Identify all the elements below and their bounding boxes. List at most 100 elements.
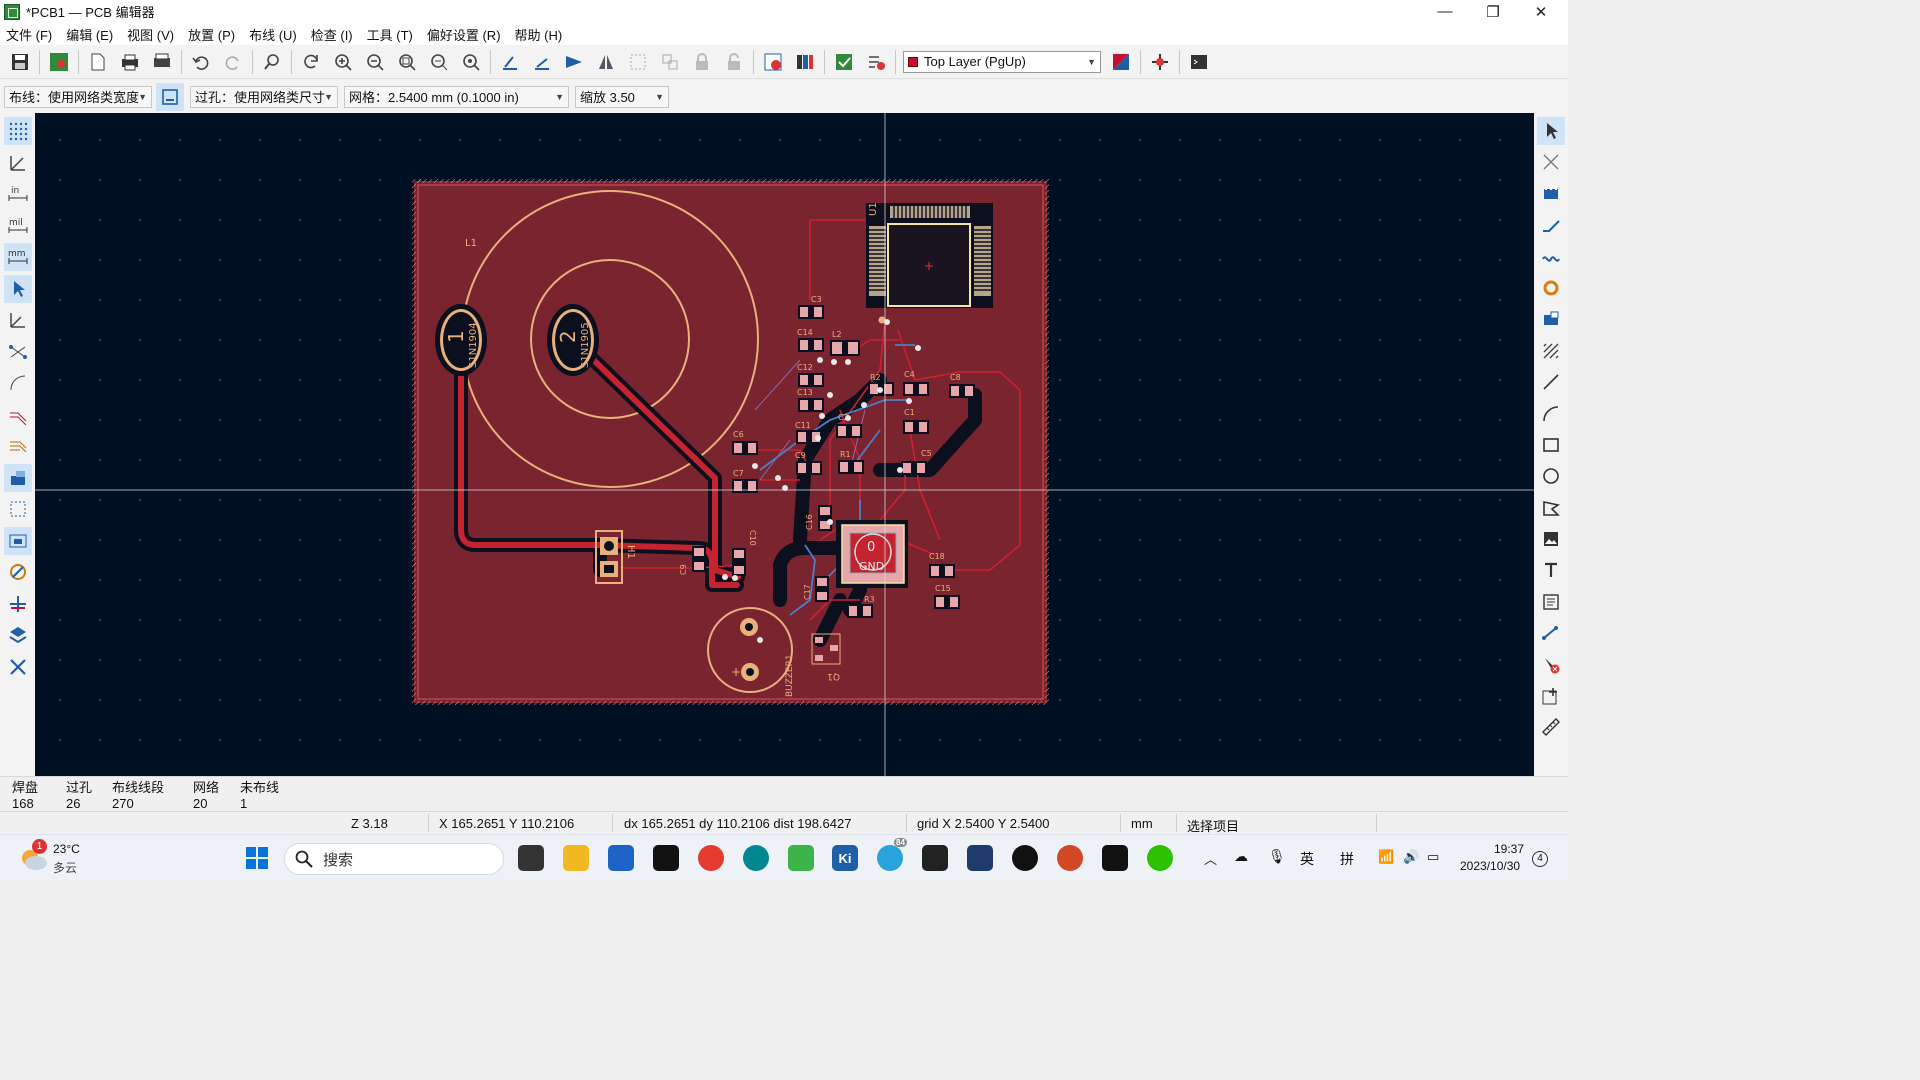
draw-arc-icon[interactable] bbox=[1537, 400, 1565, 428]
pad-2[interactable]: 2 S1N1905 bbox=[547, 304, 599, 376]
taskbar-search[interactable]: 搜索 bbox=[284, 843, 504, 875]
print-icon[interactable] bbox=[116, 48, 144, 76]
clock-time[interactable]: 19:37 bbox=[1494, 842, 1524, 856]
polar-coords-icon[interactable] bbox=[4, 149, 32, 177]
wechat-icon[interactable] bbox=[1147, 845, 1173, 871]
scripting-icon[interactable] bbox=[1146, 48, 1174, 76]
millimeters-icon[interactable]: mm bbox=[3, 243, 32, 271]
zoom-selection-icon[interactable] bbox=[457, 48, 485, 76]
redo-icon[interactable] bbox=[219, 48, 247, 76]
ratsnest-icon[interactable] bbox=[4, 338, 32, 366]
menu-help[interactable]: 帮助 (H) bbox=[515, 25, 563, 44]
add-dimension-icon[interactable] bbox=[1537, 619, 1565, 647]
capcut-icon[interactable] bbox=[1102, 845, 1128, 871]
angle-icon[interactable] bbox=[4, 306, 32, 334]
zoom-select[interactable]: 缩放 3.50 ▼ bbox=[575, 85, 669, 108]
local-ratsnest-icon[interactable] bbox=[1537, 148, 1565, 176]
draw-rectangle-icon[interactable] bbox=[1537, 431, 1565, 459]
draw-circle-icon[interactable] bbox=[1537, 462, 1565, 490]
add-zone-icon[interactable] bbox=[1537, 337, 1565, 365]
tray-overflow-icon[interactable]: ︿ bbox=[1204, 849, 1217, 868]
battery-icon[interactable]: ▭ bbox=[1427, 849, 1439, 865]
via-size-select[interactable]: 过孔：使用网络类尺寸 ▼ bbox=[190, 85, 338, 108]
zone-fill-icon[interactable] bbox=[3, 463, 32, 492]
terminal-icon[interactable] bbox=[922, 845, 948, 871]
measure-icon[interactable] bbox=[1537, 713, 1565, 741]
pad-1[interactable]: 1 S1N1904 bbox=[435, 304, 487, 376]
group-icon[interactable] bbox=[624, 48, 652, 76]
zoom-in-icon[interactable] bbox=[329, 48, 357, 76]
wifi-icon[interactable]: 📶 bbox=[1378, 849, 1394, 865]
delete-icon[interactable] bbox=[1537, 651, 1565, 679]
zoom-fit-icon[interactable] bbox=[393, 48, 421, 76]
menu-preferences[interactable]: 偏好设置 (R) bbox=[427, 25, 501, 44]
flip-board-icon[interactable] bbox=[560, 48, 588, 76]
minimize-button[interactable]: — bbox=[1422, 0, 1468, 23]
set-origin-icon[interactable] bbox=[1537, 682, 1565, 710]
telegram-icon[interactable]: 84 bbox=[877, 838, 907, 871]
drc-check-icon[interactable] bbox=[862, 48, 890, 76]
mils-icon[interactable]: mil bbox=[4, 212, 32, 240]
unlock-icon[interactable] bbox=[720, 48, 748, 76]
ime-mode-en[interactable]: 英 bbox=[1300, 849, 1314, 869]
weather-widget[interactable]: 1 bbox=[18, 839, 48, 873]
zoom-objects-icon[interactable] bbox=[425, 48, 453, 76]
auto-track-width-icon[interactable] bbox=[156, 82, 184, 111]
layer-pair-icon[interactable] bbox=[1107, 48, 1135, 76]
track-width-select[interactable]: 布线：使用网络类宽度 ▼ bbox=[4, 85, 152, 108]
board-setup-icon[interactable] bbox=[45, 48, 73, 76]
close-button[interactable]: ✕ bbox=[1518, 0, 1564, 23]
new-page-icon[interactable] bbox=[84, 48, 112, 76]
maximize-button[interactable]: ❐ bbox=[1470, 0, 1516, 23]
cursor-icon[interactable] bbox=[3, 274, 32, 303]
add-textbox-icon[interactable] bbox=[1537, 588, 1565, 616]
netlist-update-icon[interactable] bbox=[759, 48, 787, 76]
file-explorer-icon[interactable] bbox=[563, 845, 589, 871]
menu-view[interactable]: 视图 (V) bbox=[127, 25, 174, 44]
volume-icon[interactable]: 🔊 bbox=[1403, 849, 1419, 865]
properties-icon[interactable] bbox=[4, 653, 32, 681]
add-text-icon[interactable] bbox=[1537, 556, 1565, 584]
menu-tools[interactable]: 工具 (T) bbox=[367, 25, 413, 44]
pcb-canvas[interactable]: L1 1 S1N1904 2 S1N1905 H1 U1 0 GND + BUZ… bbox=[35, 113, 1534, 776]
layer-selector[interactable]: Top Layer (PgUp) ▼ bbox=[903, 50, 1101, 73]
task-view-icon[interactable] bbox=[518, 845, 544, 871]
track-outline-icon[interactable] bbox=[4, 401, 32, 429]
powerpoint-icon[interactable] bbox=[1057, 845, 1083, 871]
cloud-icon[interactable]: ☁ bbox=[1234, 848, 1248, 865]
add-image-icon[interactable] bbox=[1537, 525, 1565, 553]
route-diff-pair-icon[interactable] bbox=[1537, 243, 1565, 271]
draw-line-icon[interactable] bbox=[1537, 368, 1565, 396]
grid-select[interactable]: 网格：2.5400 mm (0.1000 in) ▼ bbox=[344, 85, 569, 108]
curved-ratsnest-icon[interactable] bbox=[4, 369, 32, 397]
python-console-icon[interactable] bbox=[1185, 48, 1213, 76]
app-icon-cat[interactable] bbox=[967, 845, 993, 871]
menu-inspect[interactable]: 检查 (I) bbox=[311, 25, 353, 44]
via-outline-icon[interactable] bbox=[4, 432, 32, 460]
arduino-icon[interactable] bbox=[743, 845, 769, 871]
clock-date[interactable]: 2023/10/30 bbox=[1460, 859, 1520, 873]
rotate-ccw-icon[interactable] bbox=[496, 48, 524, 76]
start-icon[interactable] bbox=[244, 845, 270, 871]
menu-file[interactable]: 文件 (F) bbox=[6, 25, 52, 44]
menu-place[interactable]: 放置 (P) bbox=[188, 25, 235, 44]
microsoft-store-icon[interactable] bbox=[608, 845, 634, 871]
kicad-taskbar-icon[interactable]: Ki bbox=[832, 845, 858, 871]
undo-icon[interactable] bbox=[187, 48, 215, 76]
route-track-icon[interactable] bbox=[1537, 211, 1565, 239]
net-highlight-icon[interactable] bbox=[4, 590, 32, 618]
footprint-text-icon[interactable] bbox=[4, 558, 32, 586]
refresh-icon[interactable] bbox=[297, 48, 325, 76]
find-icon[interactable] bbox=[258, 48, 286, 76]
ime-mode-pinyin[interactable]: 拼 bbox=[1340, 849, 1354, 869]
layers-manager-icon[interactable] bbox=[4, 621, 32, 649]
remote-desktop-icon[interactable] bbox=[788, 845, 814, 871]
menu-route[interactable]: 布线 (U) bbox=[249, 25, 297, 44]
zone-outline-icon[interactable] bbox=[4, 495, 32, 523]
microphone-icon[interactable]: 🎙 bbox=[1268, 848, 1286, 865]
footprint-add-icon[interactable] bbox=[1537, 180, 1565, 208]
draw-polygon-icon[interactable] bbox=[1537, 494, 1565, 522]
footprint-browser-icon[interactable] bbox=[791, 48, 819, 76]
github-desktop-icon[interactable] bbox=[653, 845, 679, 871]
inches-icon[interactable]: in bbox=[4, 180, 32, 208]
